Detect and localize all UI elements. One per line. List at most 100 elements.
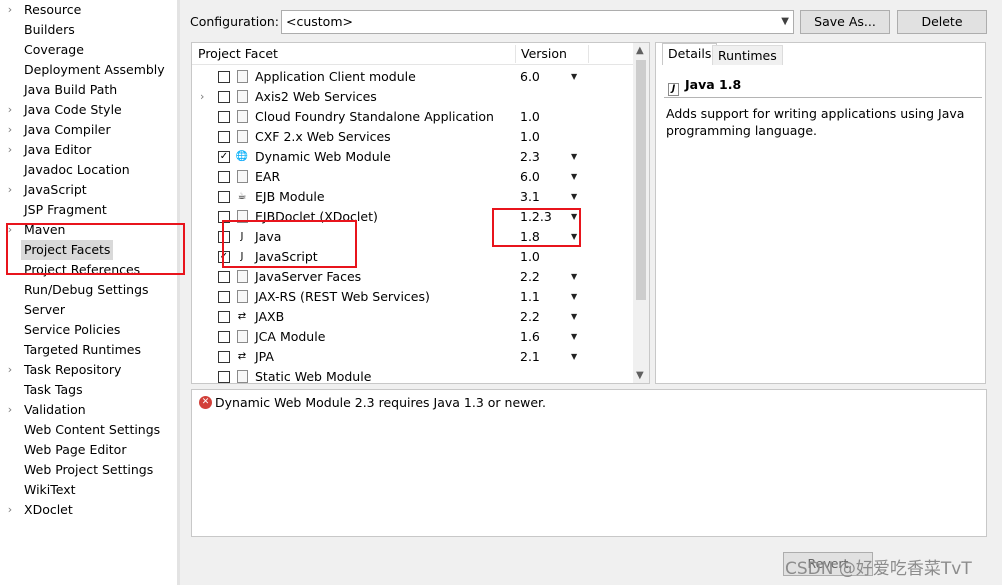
facet-version[interactable]: 1.0 — [520, 127, 540, 147]
tab-runtimes[interactable]: Runtimes — [712, 45, 783, 65]
nav-item[interactable]: Server — [0, 300, 177, 320]
nav-item-label: JavaScript — [24, 182, 87, 197]
configuration-combo[interactable]: <custom> ▼ — [281, 10, 794, 34]
nav-item[interactable]: › Validation — [0, 400, 177, 420]
chevron-right-icon[interactable]: › — [200, 87, 204, 107]
nav-item[interactable]: Coverage — [0, 40, 177, 60]
facet-row[interactable]: ✓ 🌐 Dynamic Web Module 2.3 ▼ — [192, 147, 634, 167]
facet-row[interactable]: Cloud Foundry Standalone Application 1.0 — [192, 107, 634, 127]
facet-checkbox[interactable] — [218, 131, 230, 143]
nav-item[interactable]: Task Tags — [0, 380, 177, 400]
chevron-down-icon[interactable]: ▼ — [571, 187, 577, 207]
facet-row[interactable]: ☕ EJB Module 3.1 ▼ — [192, 187, 634, 207]
facet-checkbox[interactable] — [218, 91, 230, 103]
nav-item[interactable]: › Java Code Style — [0, 100, 177, 120]
nav-item[interactable]: Web Project Settings — [0, 460, 177, 480]
save-as-button[interactable]: Save As... — [800, 10, 890, 34]
facet-checkbox[interactable] — [218, 351, 230, 363]
facet-checkbox[interactable] — [218, 311, 230, 323]
facet-row[interactable]: Static Web Module — [192, 367, 634, 383]
nav-item[interactable]: › Resource — [0, 0, 177, 20]
facet-row[interactable]: › Axis2 Web Services — [192, 87, 634, 107]
nav-item[interactable]: WikiText — [0, 480, 177, 500]
nav-item[interactable]: Web Content Settings — [0, 420, 177, 440]
chevron-right-icon[interactable]: › — [5, 0, 15, 20]
facet-row[interactable]: JCA Module 1.6 ▼ — [192, 327, 634, 347]
facet-row[interactable]: Application Client module 6.0 ▼ — [192, 67, 634, 87]
facet-name: EAR — [255, 169, 281, 184]
facet-checkbox[interactable] — [218, 371, 230, 383]
tab-details[interactable]: Details — [662, 43, 718, 65]
chevron-right-icon[interactable]: › — [5, 100, 15, 120]
facet-version[interactable]: 1.6 — [520, 327, 540, 347]
nav-item[interactable]: › JavaScript — [0, 180, 177, 200]
facet-checkbox[interactable]: ✓ — [218, 151, 230, 163]
facet-row[interactable]: CXF 2.x Web Services 1.0 — [192, 127, 634, 147]
scroll-thumb[interactable] — [636, 60, 646, 300]
chevron-down-icon[interactable]: ▼ — [571, 347, 577, 367]
facet-row[interactable]: JAX-RS (REST Web Services) 1.1 ▼ — [192, 287, 634, 307]
nav-item[interactable]: › Java Editor — [0, 140, 177, 160]
facet-version[interactable]: 2.2 — [520, 307, 540, 327]
facets-scrollbar[interactable]: ▲ ▼ — [633, 43, 649, 383]
facet-checkbox[interactable] — [218, 191, 230, 203]
chevron-down-icon[interactable]: ▼ — [571, 167, 577, 187]
nav-item[interactable]: Web Page Editor — [0, 440, 177, 460]
delete-button[interactable]: Delete — [897, 10, 987, 34]
panel-sash[interactable] — [177, 0, 180, 585]
chevron-down-icon[interactable]: ▼ — [571, 307, 577, 327]
nav-item[interactable]: Builders — [0, 20, 177, 40]
facet-version[interactable]: 6.0 — [520, 167, 540, 187]
facet-row[interactable]: JavaServer Faces 2.2 ▼ — [192, 267, 634, 287]
chevron-right-icon[interactable]: › — [5, 140, 15, 160]
nav-item[interactable]: Deployment Assembly — [0, 60, 177, 80]
facet-version[interactable]: 3.1 — [520, 187, 540, 207]
nav-item[interactable]: Run/Debug Settings — [0, 280, 177, 300]
chevron-down-icon[interactable]: ▼ — [781, 11, 789, 33]
facet-version[interactable]: 6.0 — [520, 67, 540, 87]
nav-item[interactable]: Service Policies — [0, 320, 177, 340]
chevron-right-icon[interactable]: › — [5, 120, 15, 140]
chevron-down-icon[interactable]: ▼ — [571, 327, 577, 347]
chevron-down-icon[interactable]: ▼ — [571, 267, 577, 287]
facet-name: JavaServer Faces — [255, 269, 362, 284]
nav-item[interactable]: Java Build Path — [0, 80, 177, 100]
chevron-down-icon[interactable]: ▼ — [571, 147, 577, 167]
details-description: Adds support for writing applications us… — [666, 106, 965, 138]
facet-checkbox[interactable] — [218, 331, 230, 343]
facet-row[interactable]: ⇄ JAXB 2.2 ▼ — [192, 307, 634, 327]
column-header-version[interactable]: Version — [521, 46, 567, 61]
facet-row[interactable]: ⇄ JPA 2.1 ▼ — [192, 347, 634, 367]
nav-item[interactable]: Targeted Runtimes — [0, 340, 177, 360]
facet-checkbox[interactable] — [218, 111, 230, 123]
facet-checkbox[interactable] — [218, 71, 230, 83]
facet-version[interactable]: 2.3 — [520, 147, 540, 167]
facet-checkbox[interactable] — [218, 171, 230, 183]
facet-version[interactable]: 2.2 — [520, 267, 540, 287]
facet-version[interactable]: 1.0 — [520, 247, 540, 267]
chevron-right-icon[interactable]: › — [5, 400, 15, 420]
facet-checkbox[interactable] — [218, 291, 230, 303]
scroll-up-icon[interactable]: ▲ — [636, 45, 644, 56]
nav-item[interactable]: Javadoc Location — [0, 160, 177, 180]
facet-name: Dynamic Web Module — [255, 149, 391, 164]
facet-checkbox[interactable] — [218, 271, 230, 283]
column-header-project-facet[interactable]: Project Facet — [198, 46, 278, 61]
facet-row[interactable]: EAR 6.0 ▼ — [192, 167, 634, 187]
nav-item[interactable]: › XDoclet — [0, 500, 177, 520]
chevron-right-icon[interactable]: › — [5, 360, 15, 380]
nav-item[interactable]: › Task Repository — [0, 360, 177, 380]
scroll-down-icon[interactable]: ▼ — [636, 370, 644, 381]
chevron-right-icon[interactable]: › — [5, 500, 15, 520]
chevron-down-icon[interactable]: ▼ — [571, 287, 577, 307]
chevron-right-icon[interactable]: › — [5, 180, 15, 200]
facet-version[interactable]: 2.1 — [520, 347, 540, 367]
facet-version[interactable]: 1.0 — [520, 107, 540, 127]
nav-item[interactable]: JSP Fragment — [0, 200, 177, 220]
chevron-down-icon[interactable]: ▼ — [571, 67, 577, 87]
column-separator[interactable] — [588, 45, 589, 63]
column-separator[interactable] — [515, 45, 516, 63]
nav-item[interactable]: › Java Compiler — [0, 120, 177, 140]
facet-version[interactable]: 1.1 — [520, 287, 540, 307]
facet-name: JAX-RS (REST Web Services) — [255, 289, 430, 304]
